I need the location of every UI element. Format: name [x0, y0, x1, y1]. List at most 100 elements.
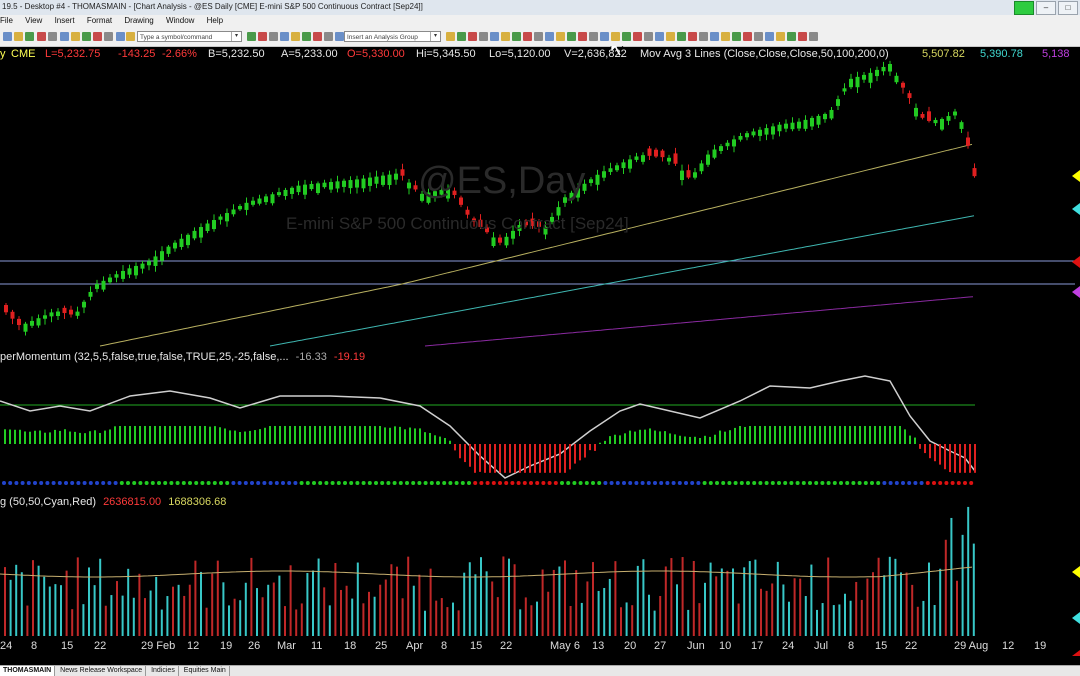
- toolbar-tool-icon[interactable]: [258, 32, 267, 41]
- toolbar-tool-icon[interactable]: [611, 32, 620, 41]
- toolbar-tool-icon[interactable]: [37, 32, 46, 41]
- toolbar-tool-icon[interactable]: [457, 32, 466, 41]
- toolbar-tool-icon[interactable]: [732, 32, 741, 41]
- toolbar-tool-icon[interactable]: [633, 32, 642, 41]
- toolbar-tool-icon[interactable]: [501, 32, 510, 41]
- toolbar-tool-icon[interactable]: [534, 32, 543, 41]
- momentum-hist-bar: [364, 426, 366, 444]
- toolbar-tool-icon[interactable]: [765, 32, 774, 41]
- toolbar-tool-icon[interactable]: [302, 32, 311, 41]
- toolbar-tool-icon[interactable]: [71, 32, 80, 41]
- momentum-signal-dot: [932, 481, 936, 485]
- time-axis-label: 15: [470, 640, 483, 652]
- menu-help[interactable]: Help: [207, 16, 223, 25]
- analysis-group-combo[interactable]: Insert an Analysis Group ▾: [344, 31, 441, 42]
- momentum-signal-dot: [659, 481, 664, 485]
- toolbar-tool-icon[interactable]: [622, 32, 631, 41]
- toolbar-tool-icon[interactable]: [490, 32, 499, 41]
- toolbar-tool-icon[interactable]: [82, 32, 91, 41]
- momentum-hist-bar: [209, 426, 211, 444]
- momentum-hist-bar: [84, 433, 86, 444]
- toolbar-tool-icon[interactable]: [688, 32, 697, 41]
- toolbar-tool-icon[interactable]: [14, 32, 23, 41]
- momentum-hist-bar: [94, 430, 96, 444]
- toolbar-tool-icon[interactable]: [787, 32, 796, 41]
- candle-body: [914, 107, 918, 117]
- momentum-signal-dot: [529, 481, 533, 485]
- chevron-down-icon[interactable]: ▾: [231, 32, 241, 41]
- volume-bar: [228, 605, 230, 636]
- toolbar-tool-icon[interactable]: [677, 32, 686, 41]
- toolbar-tool-icon[interactable]: [743, 32, 752, 41]
- toolbar-tool-icon[interactable]: [313, 32, 322, 41]
- toolbar-tool-icon[interactable]: [247, 32, 256, 41]
- toolbar-tool-icon[interactable]: [324, 32, 333, 41]
- toolbar-tool-icon[interactable]: [710, 32, 719, 41]
- toolbar-tool-icon[interactable]: [280, 32, 289, 41]
- toolbar-tool-icon[interactable]: [809, 32, 818, 41]
- candle-body: [901, 82, 905, 88]
- toolbar-tool-icon[interactable]: [567, 32, 576, 41]
- momentum-signal-dot: [857, 481, 862, 485]
- toolbar-tool-icon[interactable]: [48, 32, 57, 41]
- volume-bar: [65, 570, 68, 636]
- toolbar-tool-icon[interactable]: [545, 32, 554, 41]
- minimize-button[interactable]: –: [1036, 1, 1056, 15]
- toolbar-tool-icon[interactable]: [93, 32, 102, 41]
- toolbar-tool-icon[interactable]: [468, 32, 477, 41]
- toolbar-tool-icon[interactable]: [25, 32, 34, 41]
- maximize-button[interactable]: □: [1058, 1, 1078, 15]
- momentum-signal-dot: [634, 481, 639, 485]
- volume-bar: [138, 573, 141, 636]
- momentum-hist-bar: [789, 426, 791, 444]
- menu-insert[interactable]: Insert: [55, 16, 75, 25]
- toolbar-tool-icon[interactable]: [776, 32, 785, 41]
- toolbar-tool-icon[interactable]: [699, 32, 708, 41]
- menu-file[interactable]: File: [0, 16, 13, 25]
- toolbar-tool-icon[interactable]: [60, 32, 69, 41]
- volume-bar: [928, 562, 930, 636]
- menu-format[interactable]: Format: [87, 16, 112, 25]
- toolbar-tool-icon[interactable]: [104, 32, 113, 41]
- chevron-down-icon[interactable]: ▾: [430, 32, 440, 41]
- momentum-hist-bar: [474, 444, 476, 473]
- candle-body: [355, 179, 359, 188]
- momentum-hist-bar: [169, 426, 171, 444]
- toolbar-tool-icon[interactable]: [291, 32, 300, 41]
- toolbar-tool-icon[interactable]: [523, 32, 532, 41]
- candle-body: [30, 320, 34, 326]
- toolbar-tool-icon[interactable]: [3, 32, 12, 41]
- menu-drawing[interactable]: Drawing: [124, 16, 153, 25]
- toolbar-tool-icon[interactable]: [721, 32, 730, 41]
- menu-view[interactable]: View: [25, 16, 42, 25]
- toolbar-tool-icon[interactable]: [446, 32, 455, 41]
- symbol-combo[interactable]: Type a symbol/command ▾: [137, 31, 242, 42]
- momentum-signal-dot: [405, 481, 409, 485]
- toolbar-tool-icon[interactable]: [600, 32, 609, 41]
- momentum-hist-bar: [754, 426, 756, 444]
- momentum-hist-bar: [389, 427, 391, 444]
- toolbar-tool-icon[interactable]: [556, 32, 565, 41]
- toolbar-tool-icon[interactable]: [589, 32, 598, 41]
- momentum-signal-dot: [522, 481, 527, 485]
- toolbar-tool-icon[interactable]: [116, 32, 125, 41]
- momentum-hist-bar: [549, 444, 551, 473]
- momentum-hist-bar: [244, 431, 246, 444]
- toolbar-tool-icon[interactable]: [479, 32, 488, 41]
- toolbar-tool-icon[interactable]: [269, 32, 278, 41]
- time-axis-label: 22: [500, 640, 513, 652]
- toolbar-tool-icon[interactable]: [655, 32, 664, 41]
- toolbar-tool-icon[interactable]: [798, 32, 807, 41]
- candle-body: [374, 176, 379, 184]
- toolbar-tool-icon[interactable]: [666, 32, 675, 41]
- toolbar-tool-icon[interactable]: [512, 32, 521, 41]
- toolbar-tool-icon[interactable]: [126, 32, 135, 41]
- toolbar-tool-icon[interactable]: [335, 32, 344, 41]
- toolbar-tool-icon[interactable]: [644, 32, 653, 41]
- momentum-hist-bar: [154, 426, 156, 444]
- volume-bar: [793, 578, 796, 636]
- toolbar-tool-icon[interactable]: [754, 32, 763, 41]
- candle-body: [699, 163, 704, 172]
- toolbar-tool-icon[interactable]: [578, 32, 587, 41]
- menu-window[interactable]: Window: [166, 16, 194, 25]
